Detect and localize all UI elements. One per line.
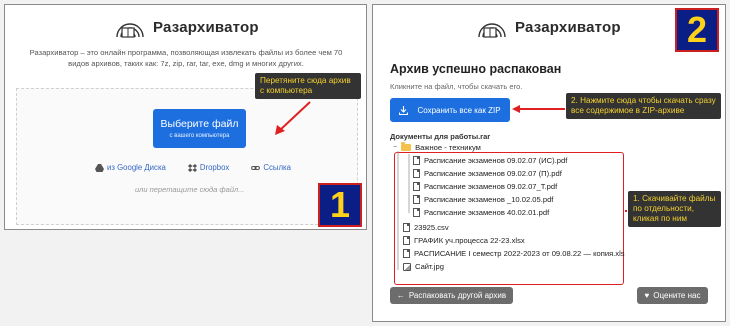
- file-name: Расписание экзаменов 09.02.07 (ИС).pdf: [424, 156, 568, 165]
- left-screenshot-panel: Разархиватор Разархиватор – это онлайн п…: [4, 4, 367, 230]
- pdf-file-icon: [413, 169, 420, 178]
- file-row[interactable]: ГРАФИК уч.процесса 22-23.xlsx: [403, 236, 525, 245]
- pdf-file-icon: [413, 156, 420, 165]
- file-name: Расписание экзаменов 09.02.07_Т.pdf: [424, 182, 558, 191]
- file-row[interactable]: Расписание экзаменов 09.02.07 (П).pdf: [413, 169, 562, 178]
- file-icon: [403, 236, 410, 245]
- pdf-file-icon: [413, 182, 420, 191]
- url-link[interactable]: Ссылка: [251, 163, 291, 172]
- unpack-another-button[interactable]: ← Распаковать другой архив: [390, 287, 513, 304]
- google-drive-icon: [95, 163, 104, 172]
- file-name: 23925.csv: [414, 223, 449, 232]
- file-name: РАСПИСАНИЕ I семестр 2022-2023 от 09.08.…: [414, 249, 625, 258]
- pdf-file-icon: [413, 208, 420, 217]
- file-row[interactable]: Сайт.jpg: [403, 262, 444, 271]
- import-links: из Google Диска Dropbox Ссылка: [95, 163, 291, 172]
- file-name: Сайт.jpg: [415, 262, 444, 271]
- callout-arrow-icon: [275, 101, 311, 135]
- file-row[interactable]: 23925.csv: [403, 223, 449, 232]
- file-name: ГРАФИК уч.процесса 22-23.xlsx: [414, 236, 525, 245]
- file-row[interactable]: Расписание экзаменов 40.02.01.pdf: [413, 208, 549, 217]
- file-name: Расписание экзаменов 40.02.01.pdf: [424, 208, 550, 217]
- dropbox-link[interactable]: Dropbox: [187, 163, 230, 172]
- file-row[interactable]: Расписание экзаменов _10.02.05.pdf: [413, 195, 553, 204]
- arrow-left-icon: ←: [396, 291, 405, 300]
- google-drive-label: из Google Диска: [107, 163, 166, 172]
- image-icon: [403, 262, 411, 271]
- file-row[interactable]: РАСПИСАНИЕ I семестр 2022-2023 от 09.08.…: [403, 249, 625, 258]
- unpack-another-label: Распаковать другой архив: [408, 291, 507, 300]
- file-row[interactable]: Расписание экзаменов 09.02.07 (ИС).pdf: [413, 156, 567, 165]
- step-badge-1: 1: [318, 183, 362, 227]
- file-icon: [403, 223, 410, 232]
- url-label: Ссылка: [263, 163, 291, 172]
- rate-us-button[interactable]: ♥ Оцените нас: [637, 287, 708, 304]
- link-icon: [251, 165, 261, 170]
- callout-download-files: 1. Скачивайте файлы по отдельности, клик…: [628, 191, 721, 227]
- rate-us-label: Оцените нас: [653, 291, 701, 300]
- heart-icon: ♥: [644, 291, 650, 300]
- dropbox-label: Dropbox: [199, 163, 230, 172]
- google-drive-link[interactable]: из Google Диска: [95, 163, 166, 172]
- file-row[interactable]: Расписание экзаменов 09.02.07_Т.pdf: [413, 182, 557, 191]
- dropbox-icon: [187, 163, 197, 172]
- pdf-file-icon: [413, 195, 420, 204]
- file-name: Расписание экзаменов 09.02.07 (П).pdf: [424, 169, 562, 178]
- drop-hint: или перетащите сюда файл...: [135, 185, 245, 194]
- right-screenshot-panel: Разархиватор 2 Архив успешно распакован …: [372, 4, 726, 322]
- file-icon: [403, 249, 410, 258]
- file-name: Расписание экзаменов _10.02.05.pdf: [424, 195, 554, 204]
